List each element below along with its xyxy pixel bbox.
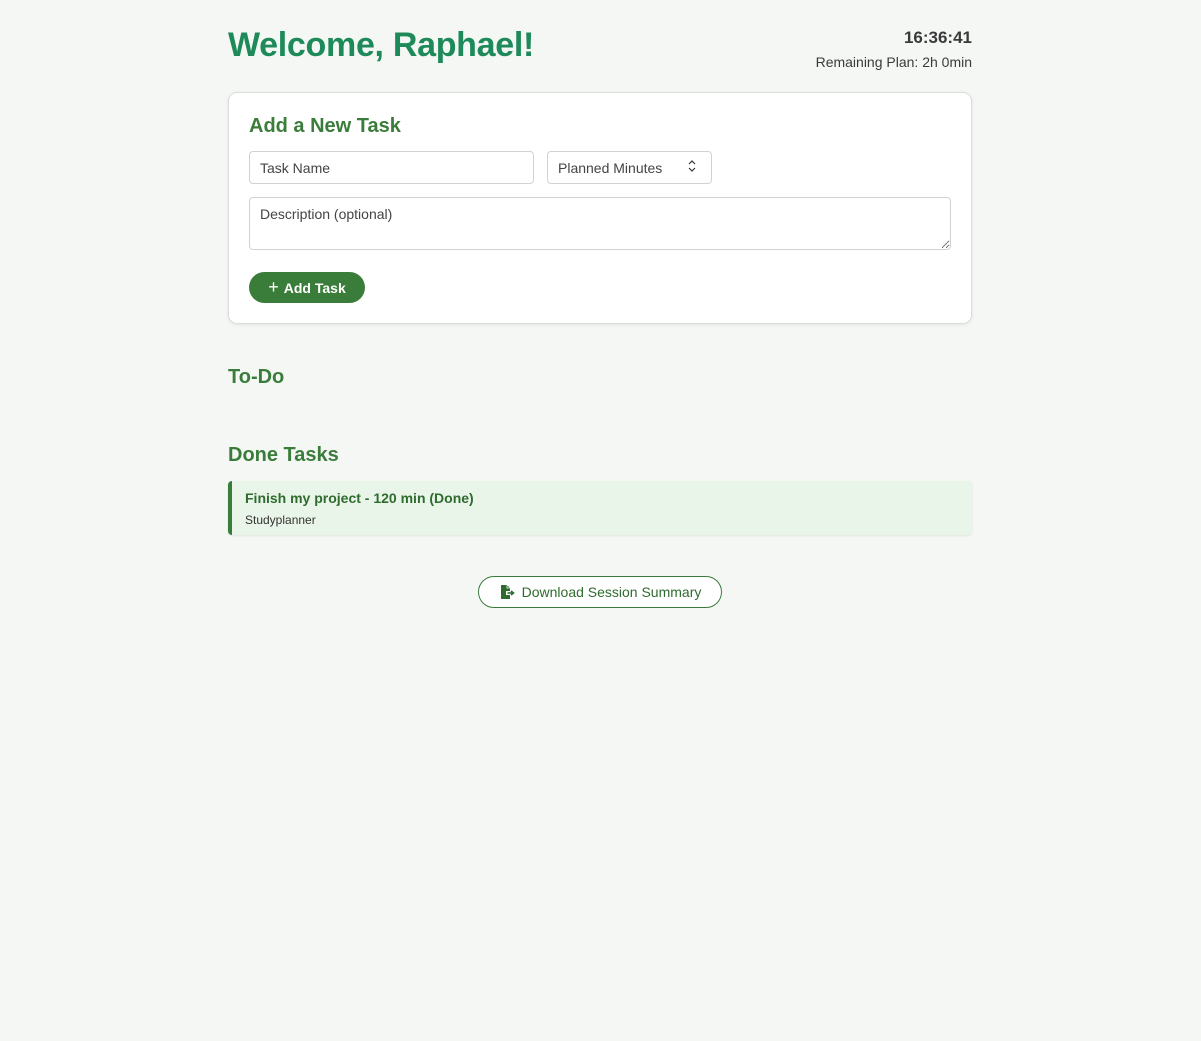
clock: 16:36:41 (903, 28, 972, 47)
add-task-title: Add a New Task (249, 115, 401, 137)
description-textarea[interactable] (249, 197, 951, 250)
header: Welcome, Raphael! 16:36:41 Remaining Pla… (228, 0, 972, 92)
done-task-description: Studyplanner (245, 513, 316, 527)
app-container: Welcome, Raphael! 16:36:41 Remaining Pla… (228, 0, 972, 608)
file-export-icon (500, 585, 515, 599)
done-task-title: Finish my project - 120 min (Done) (245, 490, 474, 506)
spinner-arrows-icon[interactable] (687, 158, 697, 174)
planned-minutes-input[interactable] (548, 152, 683, 183)
todo-heading: To-Do (228, 366, 285, 388)
plus-icon: + (268, 276, 279, 297)
add-task-button[interactable]: + Add Task (249, 272, 365, 303)
add-task-card: Add a New Task + Add Task (228, 92, 972, 324)
add-task-button-label: Add Task (283, 279, 346, 296)
welcome-heading: Welcome, Raphael! (228, 26, 535, 64)
done-tasks-heading: Done Tasks (228, 444, 339, 466)
remaining-plan: Remaining Plan: 2h 0min (815, 54, 972, 70)
download-button-label: Download Session Summary (521, 584, 702, 600)
done-task-item[interactable]: Finish my project - 120 min (Done) Study… (228, 481, 972, 535)
download-session-summary-button[interactable]: Download Session Summary (478, 576, 722, 608)
task-name-input[interactable] (249, 151, 534, 184)
planned-minutes-field[interactable] (547, 151, 712, 184)
